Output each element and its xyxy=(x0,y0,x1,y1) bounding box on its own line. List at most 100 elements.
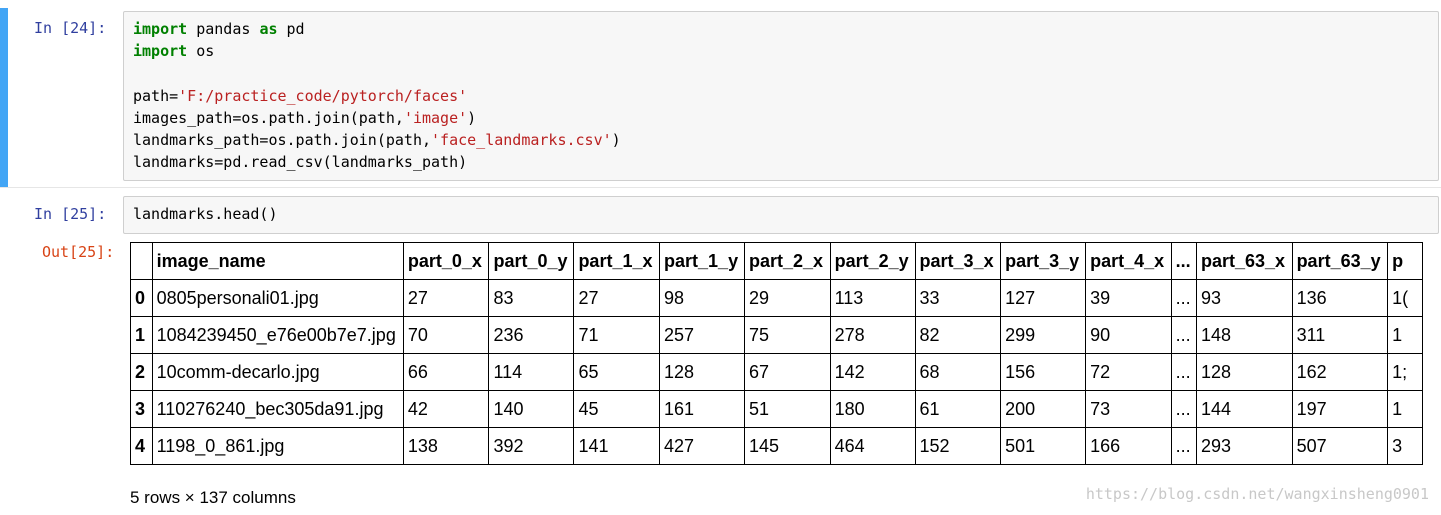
table-cell: 10comm-decarlo.jpg xyxy=(151,353,404,391)
table-cell: 507 xyxy=(1291,427,1389,465)
table-cell: 1084239450_e76e00b7e7.jpg xyxy=(151,316,404,354)
table-cell: 67 xyxy=(743,353,831,391)
column-header: part_1_y xyxy=(659,242,745,280)
table-cell: 61 xyxy=(914,390,1002,428)
table-cell: 83 xyxy=(488,279,575,317)
table-cell: 110276240_bec305da91.jpg xyxy=(151,390,404,428)
code-input-area[interactable]: import pandas as pd import os path='F:/p… xyxy=(123,11,1439,181)
input-prompt-25: In [25]: xyxy=(34,205,107,223)
table-cell: 66 xyxy=(402,353,490,391)
table-cell: 71 xyxy=(573,316,661,354)
table-cell: 82 xyxy=(914,316,1002,354)
table-cell: 1198_0_861.jpg xyxy=(151,427,404,465)
table-cell: 98 xyxy=(659,279,745,317)
table-cell: ... xyxy=(1170,353,1197,391)
code-line-1: import pandas as pd xyxy=(133,20,305,38)
table-cell: 45 xyxy=(573,390,661,428)
table-cell: 1( xyxy=(1387,279,1423,317)
output-prompt: Out[25]: xyxy=(42,243,115,261)
column-header: part_0_y xyxy=(488,242,575,280)
table-cell: 197 xyxy=(1291,390,1389,428)
column-header: part_63_x xyxy=(1195,242,1293,280)
column-header: p xyxy=(1387,242,1423,280)
table-cell: 72 xyxy=(1085,353,1172,391)
column-header: image_name xyxy=(151,242,404,280)
table-cell: 257 xyxy=(659,316,745,354)
column-header: part_2_y xyxy=(829,242,916,280)
table-cell: 138 xyxy=(402,427,490,465)
table-cell: 144 xyxy=(1195,390,1293,428)
column-header: part_3_x xyxy=(914,242,1002,280)
table-cell: 142 xyxy=(829,353,916,391)
table-row: 3 110276240_bec305da91.jpg 42 140 45 161 51 180… xyxy=(130,390,1423,428)
table-cell: 136 xyxy=(1291,279,1389,317)
table-cell: 114 xyxy=(488,353,575,391)
column-header: part_1_x xyxy=(573,242,661,280)
table-header-row: image_name part_0_x part_0_y part_1_x pa… xyxy=(130,242,1423,280)
code-input-area-25[interactable]: landmarks.head() xyxy=(123,196,1439,234)
code-line-2: import os xyxy=(133,42,215,60)
table-cell: 75 xyxy=(743,316,831,354)
table-cell: 73 xyxy=(1085,390,1172,428)
column-header: part_63_y xyxy=(1291,242,1389,280)
table-cell: 156 xyxy=(1000,353,1087,391)
table-cell: 392 xyxy=(488,427,575,465)
table-cell: ... xyxy=(1170,427,1197,465)
dataframe-output: image_name part_0_x part_0_y part_1_x pa… xyxy=(130,242,1423,470)
table-cell: 128 xyxy=(659,353,745,391)
input-prompt: In [24]: xyxy=(34,19,107,37)
table-cell: 65 xyxy=(573,353,661,391)
table-cell: 236 xyxy=(488,316,575,354)
table-cell: ... xyxy=(1170,390,1197,428)
column-header: ... xyxy=(1170,242,1197,280)
code-line-head: landmarks.head() xyxy=(133,205,278,223)
row-index: 2 xyxy=(130,353,153,391)
table-cell: 501 xyxy=(1000,427,1087,465)
column-header: part_0_x xyxy=(402,242,490,280)
code-line-read-csv: landmarks=pd.read_csv(landmarks_path) xyxy=(133,153,468,171)
table-cell: 90 xyxy=(1085,316,1172,354)
column-header: part_4_x xyxy=(1085,242,1172,280)
table-cell: 162 xyxy=(1291,353,1389,391)
table-row: 4 1198_0_861.jpg 138 392 141 427 145 464 152 501 1… xyxy=(130,427,1423,465)
table-cell: 27 xyxy=(573,279,661,317)
table-cell: 3 xyxy=(1387,427,1423,465)
table-cell: 93 xyxy=(1195,279,1293,317)
table-cell: 127 xyxy=(1000,279,1087,317)
table-cell: 311 xyxy=(1291,316,1389,354)
column-header: part_3_y xyxy=(1000,242,1087,280)
table-cell: 29 xyxy=(743,279,831,317)
table-cell: 180 xyxy=(829,390,916,428)
table-cell: 141 xyxy=(573,427,661,465)
table-cell: 148 xyxy=(1195,316,1293,354)
code-line-path: path='F:/practice_code/pytorch/faces' xyxy=(133,87,468,105)
column-header: part_2_x xyxy=(743,242,831,280)
table-cell: 68 xyxy=(914,353,1002,391)
table-cell: 200 xyxy=(1000,390,1087,428)
table-cell: 161 xyxy=(659,390,745,428)
table-cell: 464 xyxy=(829,427,916,465)
table-cell: 1 xyxy=(1387,390,1423,428)
table-cell: 299 xyxy=(1000,316,1087,354)
table-cell: 278 xyxy=(829,316,916,354)
row-index: 3 xyxy=(130,390,153,428)
table-cell: 39 xyxy=(1085,279,1172,317)
table-cell: ... xyxy=(1170,316,1197,354)
table-cell: 33 xyxy=(914,279,1002,317)
table-cell: 1; xyxy=(1387,353,1423,391)
table-row: 2 10comm-decarlo.jpg 66 114 65 128 67 142 68 156 7… xyxy=(130,353,1423,391)
row-index: 4 xyxy=(130,427,153,465)
table-cell: 152 xyxy=(914,427,1002,465)
column-header xyxy=(130,242,153,280)
table-cell: 0805personali01.jpg xyxy=(151,279,404,317)
dataframe-table: image_name part_0_x part_0_y part_1_x pa… xyxy=(130,242,1423,465)
code-line-images-path: images_path=os.path.join(path,'image') xyxy=(133,109,477,127)
table-cell: 140 xyxy=(488,390,575,428)
table-cell: 27 xyxy=(402,279,490,317)
code-cell-24[interactable]: In [24]: import pandas as pd import os p… xyxy=(0,8,1441,188)
table-cell: 51 xyxy=(743,390,831,428)
table-cell: 113 xyxy=(829,279,916,317)
table-row: 1 1084239450_e76e00b7e7.jpg 70 236 71 257 75 27… xyxy=(130,316,1423,354)
table-cell: ... xyxy=(1170,279,1197,317)
row-index: 0 xyxy=(130,279,153,317)
